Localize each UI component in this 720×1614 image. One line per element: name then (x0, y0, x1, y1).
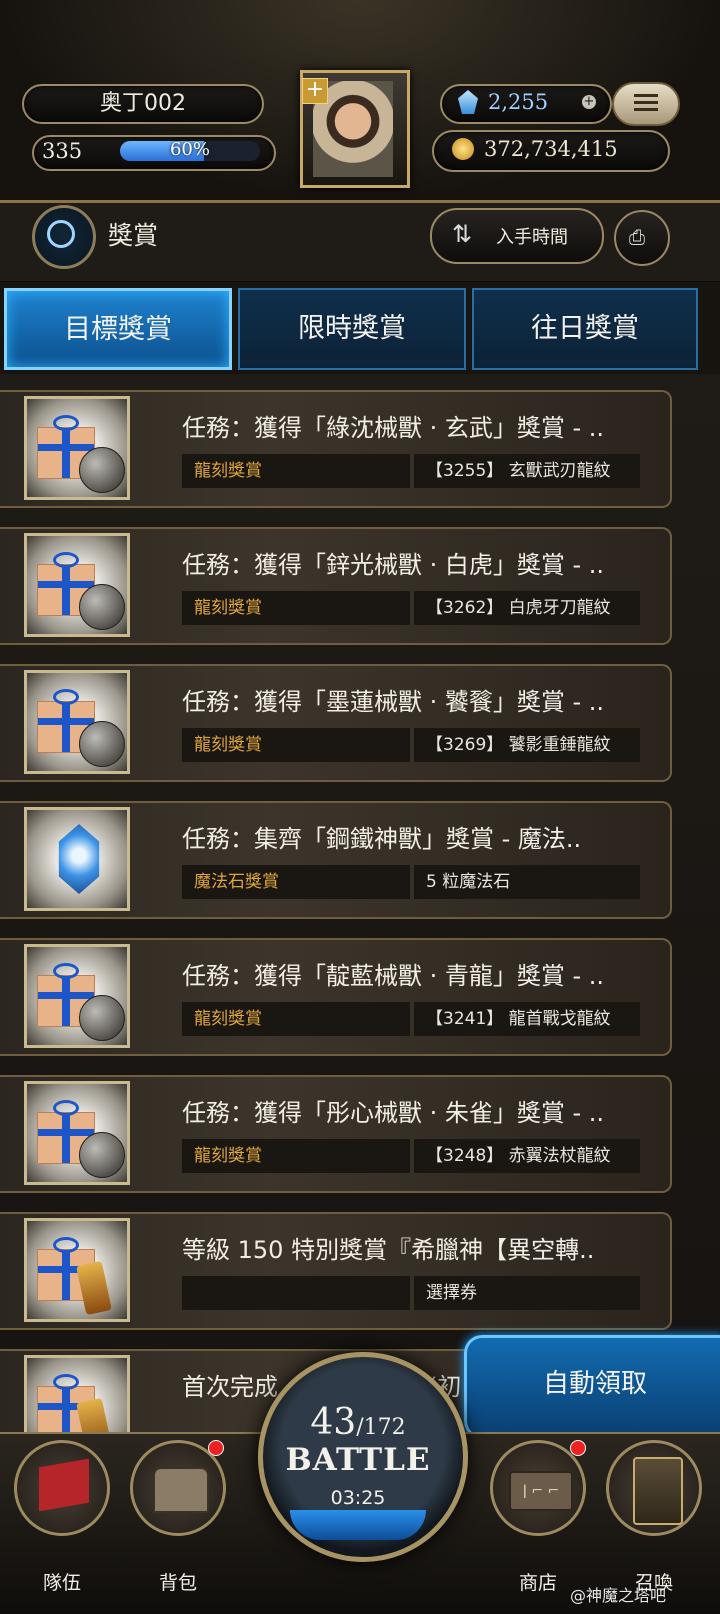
reward-thumbnail (24, 1218, 130, 1322)
gift-bow-icon (53, 689, 79, 705)
team-button[interactable] (14, 1440, 110, 1536)
flag-icon (39, 1458, 89, 1512)
gift-bow-icon (53, 1237, 79, 1253)
nav-label-team: 隊伍 (42, 1572, 81, 1594)
tab-past-rewards[interactable]: 往日獎賞 (472, 288, 698, 370)
reward-title: 任務：獲得「墨蓮械獸 · 饕餮」獎賞 - .. (182, 688, 605, 716)
reward-type: 龍刻獎賞 (182, 1139, 410, 1173)
watermark: @神魔之塔吧 (570, 1586, 667, 1605)
reward-thumbnail (24, 670, 130, 774)
list-item[interactable]: 任務：獲得「綠沈械獸 · 玄武」獎賞 - .. 龍刻獎賞 【3255】 玄獸武刃… (0, 390, 672, 508)
stamina-count: 43/172 (258, 1402, 458, 1443)
stamina-max: /172 (356, 1415, 406, 1440)
gift-bow-icon (53, 552, 79, 568)
list-item[interactable]: 任務：獲得「彤心械獸 · 朱雀」獎賞 - .. 龍刻獎賞 【3248】 赤翼法杖… (0, 1075, 672, 1193)
reward-title: 任務：獲得「靛藍械獸 · 青龍」獎賞 - .. (182, 962, 605, 990)
nav-label-bag: 背包 (158, 1572, 197, 1594)
medal-orb-icon (79, 584, 125, 630)
reward-type: 龍刻獎賞 (182, 454, 410, 488)
stamina-timer: 03:25 (330, 1487, 386, 1509)
reward-item: 選擇券 (414, 1276, 640, 1310)
list-item[interactable]: 任務：獲得「靛藍械獸 · 青龍」獎賞 - .. 龍刻獎賞 【3241】 龍首戰戈… (0, 938, 672, 1056)
medal-orb-icon (79, 995, 125, 1041)
reward-type: 龍刻獎賞 (182, 728, 410, 762)
reward-thumbnail (24, 1081, 130, 1185)
exp-percent: 60% (169, 139, 210, 160)
reward-item: 5 粒魔法石 (414, 865, 640, 899)
stamina-fill (290, 1510, 426, 1540)
reward-item: 【3262】 白虎牙刀龍紋 (414, 591, 640, 625)
scroll-icon (76, 1260, 112, 1316)
gift-bow-icon (53, 1100, 79, 1116)
history-button[interactable]: ⎙ (614, 210, 670, 266)
list-item[interactable]: 等級 150 特別獎賞『希臘神【異空轉.. 選擇券 (0, 1212, 672, 1330)
shop-button[interactable]: ǀ ⌐ ⌐ (490, 1440, 586, 1536)
reward-type (182, 1276, 410, 1310)
card-icon (633, 1457, 683, 1525)
page-title: 獎賞 (108, 221, 159, 250)
tab-goal-rewards[interactable]: 目標獎賞 (4, 288, 232, 370)
reward-title: 等級 150 特別獎賞『希臘神【異空轉.. (182, 1236, 595, 1264)
player-name-pill[interactable]: 奥丁002 (22, 84, 264, 124)
reward-item: 【3269】 饕影重錘龍紋 (414, 728, 640, 762)
menu-icon (634, 94, 658, 97)
reward-item: 【3248】 赤翼法杖龍紋 (414, 1139, 640, 1173)
reward-title: 任務：集齊「鋼鐵神獸」獎賞 - 魔法.. (182, 825, 582, 853)
sort-icon: ⇅ (452, 220, 473, 248)
list-item[interactable]: 任務：獲得「墨蓮械獸 · 饕餮」獎賞 - .. 龍刻獎賞 【3269】 饕影重錘… (0, 664, 672, 782)
list-item[interactable]: 任務：集齊「鋼鐵神獸」獎賞 - 魔法.. 魔法石獎賞 5 粒魔法石 (0, 801, 672, 919)
battle-label: BATTLE (285, 1442, 431, 1478)
menu-button[interactable] (612, 82, 680, 126)
reward-title: 任務：獲得「鋅光械獸 · 白虎」獎賞 - .. (182, 551, 605, 579)
gold-count: 372,734,415 (484, 137, 618, 161)
back-button[interactable] (32, 205, 96, 269)
reward-title: 任務：獲得「彤心械獸 · 朱雀」獎賞 - .. (182, 1099, 605, 1127)
back-icon (47, 220, 75, 248)
camera-clock-icon: ⎙ (629, 225, 645, 249)
reward-thumbnail (24, 396, 130, 500)
shop-sign-icon: ǀ ⌐ ⌐ (509, 1471, 573, 1511)
sort-label: 入手時間 (496, 227, 568, 248)
player-level: 335 (42, 139, 83, 163)
list-item[interactable]: 任務：獲得「鋅光械獸 · 白虎」獎賞 - .. 龍刻獎賞 【3262】 白虎牙刀… (0, 527, 672, 645)
backpack-icon (153, 1467, 209, 1513)
gem-count: 2,255 (488, 90, 549, 114)
coin-icon (452, 138, 474, 160)
summon-button[interactable] (606, 1440, 702, 1536)
player-name: 奥丁002 (100, 91, 186, 116)
auto-collect-button[interactable]: 自動領取 (464, 1335, 720, 1439)
plus-icon[interactable]: + (302, 78, 328, 104)
tab-limited-rewards[interactable]: 限時獎賞 (238, 288, 466, 370)
gift-bow-icon (53, 415, 79, 431)
reward-item: 【3255】 玄獸武刃龍紋 (414, 454, 640, 488)
medal-orb-icon (79, 1132, 125, 1178)
medal-orb-icon (79, 447, 125, 493)
menu-icon-line (634, 108, 658, 111)
add-gem-icon[interactable]: + (582, 95, 596, 109)
reward-thumbnail (24, 944, 130, 1048)
reward-type: 龍刻獎賞 (182, 1002, 410, 1036)
magic-stone-icon (58, 824, 100, 894)
reward-thumbnail (24, 807, 130, 911)
menu-icon-line (634, 101, 658, 104)
reward-title: 任務：獲得「綠沈械獸 · 玄武」獎賞 - .. (182, 414, 605, 442)
gift-bow-icon (53, 963, 79, 979)
notification-dot (208, 1440, 224, 1456)
reward-item: 【3241】 龍首戰戈龍紋 (414, 1002, 640, 1036)
notification-dot (570, 1440, 586, 1456)
medal-orb-icon (79, 721, 125, 767)
gift-bow-icon (53, 1374, 79, 1390)
reward-thumbnail (24, 533, 130, 637)
reward-type: 龍刻獎賞 (182, 591, 410, 625)
stamina-current: 43 (310, 1402, 357, 1443)
reward-type: 魔法石獎賞 (182, 865, 410, 899)
